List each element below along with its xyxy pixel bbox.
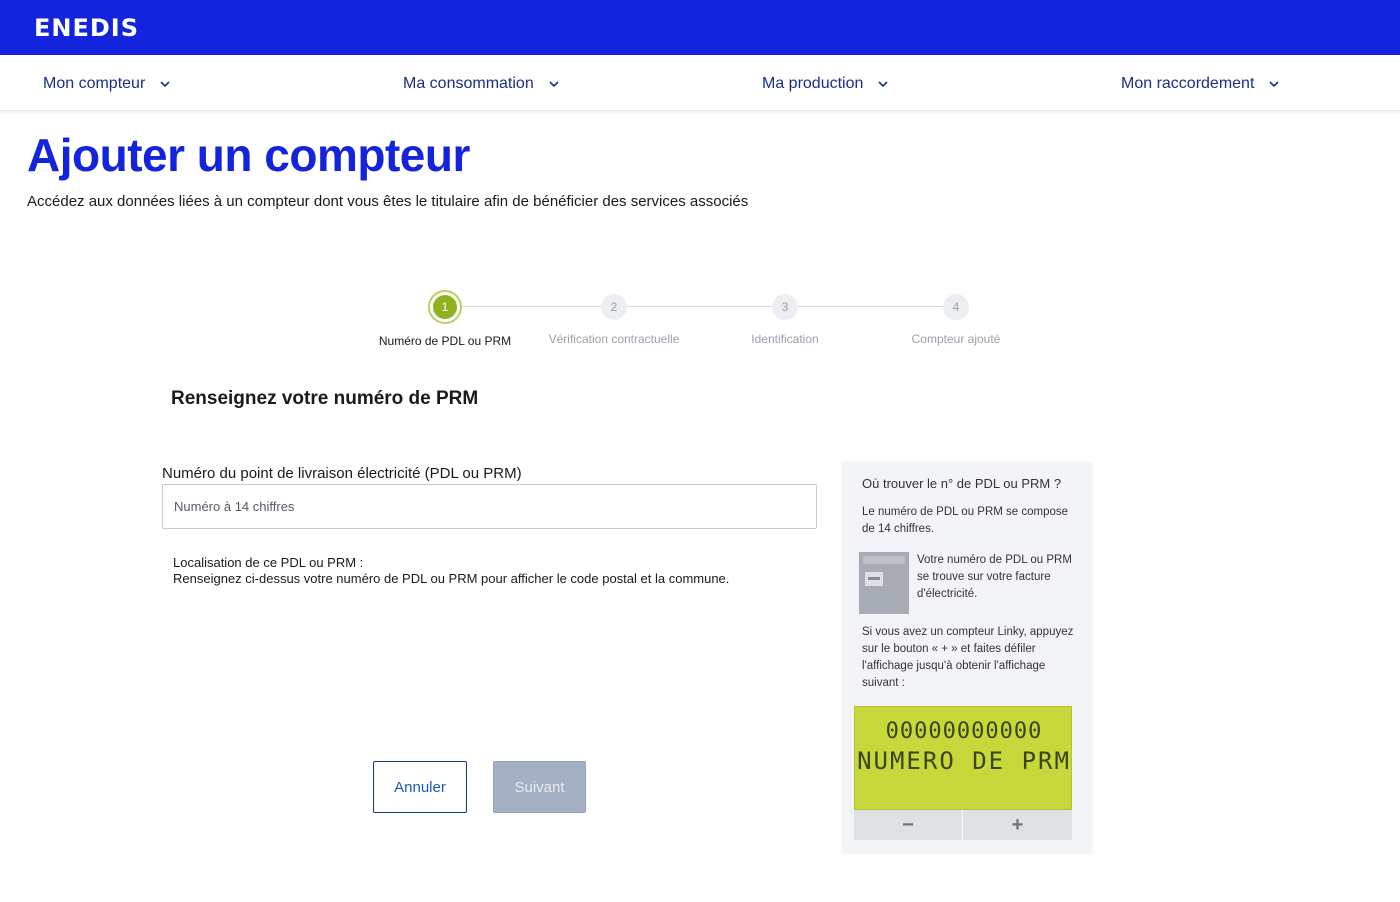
invoice-icon	[859, 552, 909, 614]
chevron-down-icon	[549, 81, 559, 88]
step-number: 4	[943, 294, 969, 320]
step-label: Numéro de PDL ou PRM	[378, 334, 512, 348]
chevron-down-icon	[1269, 81, 1279, 88]
step-number: 1	[433, 295, 457, 319]
step-4: 4 Compteur ajouté	[881, 290, 1031, 346]
next-button[interactable]: Suivant	[493, 761, 586, 813]
nav-item-label: Ma production	[762, 75, 864, 92]
chevron-down-icon	[160, 81, 170, 88]
page-subtitle: Accédez aux données liées à un compteur …	[27, 193, 749, 210]
stepper: 1 Numéro de PDL ou PRM 2 Vérification co…	[370, 290, 1030, 360]
nav-item-ma-consommation[interactable]: Ma consommation	[403, 73, 560, 95]
form-title: Renseignez votre numéro de PRM	[171, 388, 479, 409]
nav-item-label: Mon compteur	[43, 75, 146, 92]
cancel-button[interactable]: Annuler	[373, 761, 467, 813]
enedis-logo[interactable]: ENEDIS	[34, 14, 139, 42]
location-title: Localisation de ce PDL ou PRM :	[173, 555, 364, 570]
minus-icon: −	[854, 810, 963, 840]
step-label: Compteur ajouté	[911, 332, 1001, 346]
nav-item-mon-raccordement[interactable]: Mon raccordement	[1121, 73, 1280, 95]
top-bar: ENEDIS	[0, 0, 1400, 55]
invoice-header-decoration	[863, 556, 905, 564]
step-label: Vérification contractuelle	[548, 332, 680, 346]
main-nav: Mon compteur Ma consommation Ma producti…	[0, 55, 1400, 111]
help-text-invoice: Votre numéro de PDL ou PRM se trouve sur…	[917, 554, 1072, 600]
step-number: 2	[601, 294, 627, 320]
step-label: Identification	[751, 332, 819, 346]
prm-field-label: Numéro du point de livraison électricité…	[162, 465, 522, 482]
help-title: Où trouver le n° de PDL ou PRM ?	[862, 476, 1062, 491]
nav-item-ma-production[interactable]: Ma production	[762, 73, 889, 95]
nav-item-mon-compteur[interactable]: Mon compteur	[43, 73, 171, 95]
page-title: Ajouter un compteur	[27, 129, 470, 181]
lcd-digits: 00000000000	[885, 719, 1043, 744]
plus-icon: +	[1011, 813, 1024, 836]
help-text-linky: Si vous avez un compteur Linky, appuyez …	[862, 626, 1074, 689]
linky-buttons: − +	[854, 810, 1072, 840]
help-panel: Où trouver le n° de PDL ou PRM ? Le numé…	[842, 462, 1092, 854]
linky-lcd-display: 00000000000 NUMERO DE PRM	[854, 706, 1072, 810]
step-number: 3	[772, 294, 798, 320]
help-text-format: Le numéro de PDL ou PRM se compose de 14…	[862, 506, 1069, 535]
prm-input[interactable]	[162, 484, 817, 529]
stepper-line	[460, 306, 950, 307]
step-indicator-active: 1	[428, 290, 462, 324]
location-text: Renseignez ci-dessus votre numéro de PDL…	[173, 571, 730, 586]
nav-item-label: Mon raccordement	[1121, 75, 1255, 92]
step-3: 3 Identification	[710, 290, 860, 346]
step-1: 1 Numéro de PDL ou PRM	[370, 290, 520, 348]
lcd-text: NUMERO DE PRM	[857, 747, 1071, 775]
step-2: 2 Vérification contractuelle	[539, 290, 689, 346]
invoice-box-decoration	[865, 572, 883, 586]
chevron-down-icon	[878, 81, 888, 88]
nav-item-label: Ma consommation	[403, 75, 534, 92]
